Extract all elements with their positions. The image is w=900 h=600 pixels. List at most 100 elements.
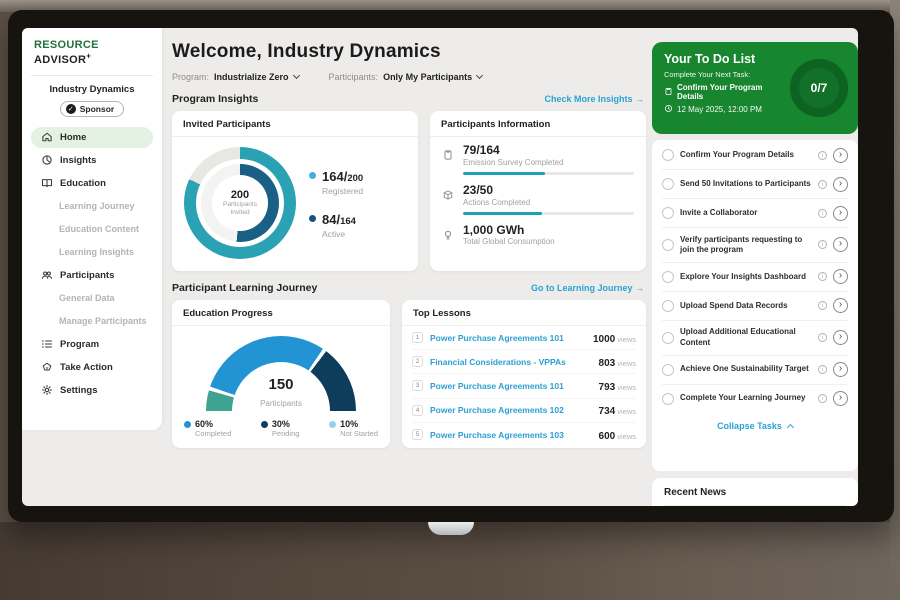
task-checkbox[interactable] <box>662 393 674 405</box>
sidebar-item-learning-journey[interactable]: Learning Journey <box>31 196 153 217</box>
task-chevron-button[interactable]: › <box>833 391 848 406</box>
card-title: Invited Participants <box>172 111 418 137</box>
lesson-link[interactable]: Financial Considerations - VPPAs <box>430 357 592 367</box>
stat-value: 1,000 GWh <box>463 224 634 238</box>
education-progress-card: Education Progress 150 Participants 60% … <box>172 300 390 448</box>
todo-next-task: Confirm Your Program Details <box>664 83 782 101</box>
sponsor-badge[interactable]: ✓ Sponsor <box>60 101 124 117</box>
task-chevron-button[interactable]: › <box>833 330 848 345</box>
sidebar-item-insights[interactable]: Insights <box>31 150 153 171</box>
sidebar-item-label: Learning Insights <box>59 247 134 257</box>
task-chevron-button[interactable]: › <box>833 237 848 252</box>
sidebar-item-manage-participants[interactable]: Manage Participants <box>31 311 153 332</box>
task-checkbox[interactable] <box>662 239 674 251</box>
task-label: Upload Additional Educational Content <box>680 327 812 348</box>
stat-label: Emission Survey Completed <box>463 158 634 167</box>
sidebar-item-education-content[interactable]: Education Content <box>31 219 153 240</box>
collapse-tasks-link[interactable]: Collapse Tasks <box>662 413 848 431</box>
participants-filter-label: Participants: <box>329 72 379 82</box>
task-chevron-button[interactable]: › <box>833 269 848 284</box>
todo-title: Your To Do List <box>664 52 782 66</box>
clock-icon <box>664 104 673 115</box>
legend-completed: 60% Completed <box>184 419 231 438</box>
task-chevron-button[interactable]: › <box>833 177 848 192</box>
task-checkbox[interactable] <box>662 300 674 312</box>
active-dot <box>309 215 316 222</box>
stat-emission-survey: 79/164 Emission Survey Completed <box>442 144 634 175</box>
task-row: Verify participants requesting to join t… <box>662 228 848 263</box>
participants-information-card: Participants Information 79/164 Emission… <box>430 111 646 271</box>
logo-secondary: ADVISOR+ <box>34 54 91 66</box>
info-icon[interactable]: i <box>818 301 827 310</box>
lesson-link[interactable]: Power Purchase Agreements 102 <box>430 405 592 415</box>
go-to-learning-journey-link[interactable]: Go to Learning Journey <box>531 283 644 293</box>
legend-pending: 30% Pending <box>261 419 300 438</box>
task-checkbox[interactable] <box>662 271 674 283</box>
info-icon[interactable]: i <box>818 180 827 189</box>
task-chevron-button[interactable]: › <box>833 148 848 163</box>
gauge-center-label: Participants <box>260 399 302 408</box>
task-chevron-button[interactable]: › <box>833 206 848 221</box>
learning-journey-heading: Participant Learning Journey <box>172 282 317 294</box>
gauge-center: 150 Participants <box>206 377 356 411</box>
people-icon <box>40 269 53 282</box>
task-checkbox[interactable] <box>662 178 674 190</box>
lesson-rank: 3 <box>412 380 423 391</box>
sidebar-item-settings[interactable]: Settings <box>31 380 153 401</box>
check-more-insights-link[interactable]: Check More Insights <box>544 94 644 104</box>
lesson-link[interactable]: Power Purchase Agreements 101 <box>430 381 592 391</box>
todo-header-card: Your To Do List Complete Your Next Task:… <box>652 42 858 134</box>
stat-label: Actions Completed <box>463 198 634 207</box>
info-icon[interactable]: i <box>818 240 827 249</box>
todo-progress-ring: 0/7 <box>790 59 848 117</box>
lesson-row: 4 Power Purchase Agreements 102 734views <box>412 399 636 423</box>
progress-bar <box>463 172 634 175</box>
sidebar-item-learning-insights[interactable]: Learning Insights <box>31 242 153 263</box>
task-label: Confirm Your Program Details <box>680 150 812 160</box>
task-checkbox[interactable] <box>662 149 674 161</box>
logo-primary: RESOURCE <box>34 39 99 51</box>
lesson-row: 2 Financial Considerations - VPPAs 803vi… <box>412 350 636 374</box>
clipboard-icon <box>664 87 673 98</box>
info-icon[interactable]: i <box>818 151 827 160</box>
registered-dot <box>309 172 316 179</box>
sidebar-item-home[interactable]: Home <box>31 127 153 148</box>
lesson-rank: 1 <box>412 332 423 343</box>
invited-participants-card: Invited Participants 200 Participants In… <box>172 111 418 271</box>
sponsor-badge-label: Sponsor <box>80 104 114 114</box>
todo-tasks-card: Confirm Your Program Details i › Send 50… <box>652 140 858 471</box>
sidebar-divider <box>31 75 153 76</box>
sidebar-item-label: Home <box>60 132 86 143</box>
lesson-link[interactable]: Power Purchase Agreements 101 <box>430 333 586 343</box>
info-icon[interactable]: i <box>818 272 827 281</box>
sidebar-item-program[interactable]: Program <box>31 334 153 355</box>
participants-dropdown[interactable]: Only My Participants <box>383 72 482 82</box>
program-filter: Program: Industrialize Zero <box>172 72 299 82</box>
sidebar-item-education[interactable]: Education <box>31 173 153 194</box>
info-icon[interactable]: i <box>818 365 827 374</box>
lesson-link[interactable]: Power Purchase Agreements 103 <box>430 430 592 440</box>
info-icon[interactable]: i <box>818 209 827 218</box>
task-chevron-button[interactable]: › <box>833 298 848 313</box>
dashboard-screen: RESOURCE ADVISOR+ Industry Dynamics ✓ Sp… <box>22 28 858 506</box>
task-checkbox[interactable] <box>662 207 674 219</box>
task-checkbox[interactable] <box>662 332 674 344</box>
list-icon <box>40 338 53 351</box>
program-dropdown[interactable]: Industrialize Zero <box>214 72 299 82</box>
chevron-down-icon <box>292 72 299 79</box>
task-checkbox[interactable] <box>662 364 674 376</box>
not-started-dot <box>329 421 336 428</box>
sidebar-item-label: General Data <box>59 293 115 303</box>
task-label: Complete Your Learning Journey <box>680 393 812 403</box>
card-title: Top Lessons <box>402 300 646 326</box>
completed-dot <box>184 421 191 428</box>
chevron-up-icon <box>787 424 794 431</box>
sidebar-item-participants[interactable]: Participants <box>31 265 153 286</box>
sidebar-item-label: Participants <box>60 270 114 281</box>
task-chevron-button[interactable]: › <box>833 362 848 377</box>
sidebar-item-general-data[interactable]: General Data <box>31 288 153 309</box>
sidebar-item-take-action[interactable]: Take Action <box>31 357 153 378</box>
progress-bar <box>463 212 634 215</box>
info-icon[interactable]: i <box>818 394 827 403</box>
info-icon[interactable]: i <box>818 333 827 342</box>
